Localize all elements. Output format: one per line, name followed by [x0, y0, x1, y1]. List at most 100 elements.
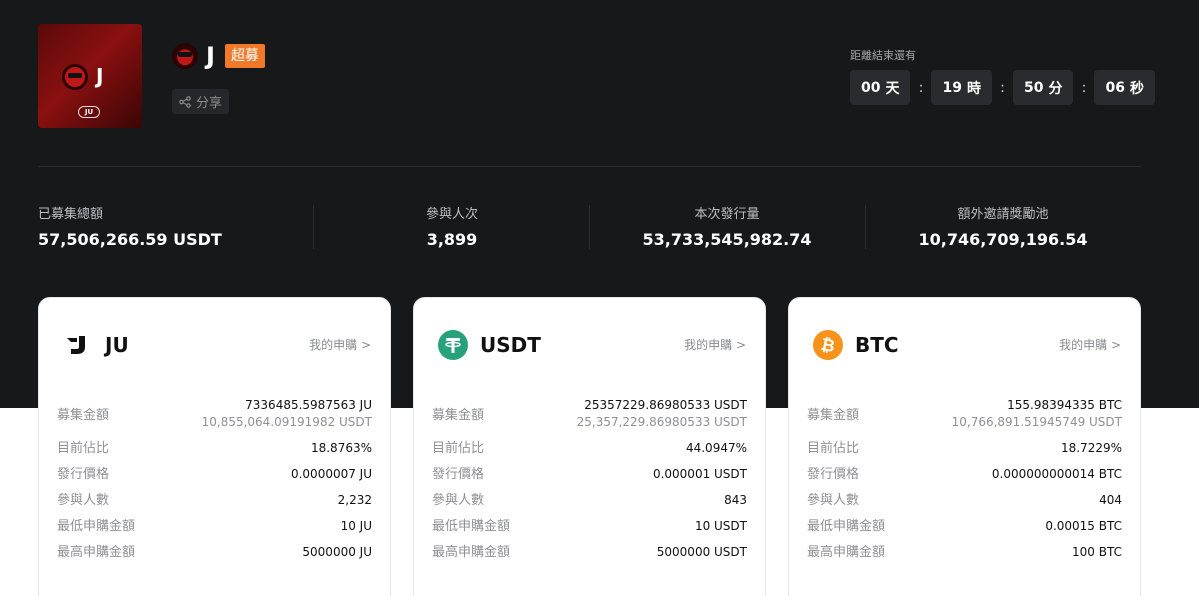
- min-value: 10 USDT: [694, 519, 747, 533]
- price-value: 0.000001 USDT: [652, 467, 747, 481]
- raised-amount: 7336485.5987563 JU: [245, 398, 372, 412]
- card-header: ₿ BTC: [813, 330, 899, 360]
- stat-label: 額外邀請獎勵池: [957, 207, 1049, 222]
- hours-unit: 時: [966, 80, 981, 97]
- seconds-unit: 秒: [1129, 80, 1144, 97]
- max-value: 100 BTC: [1072, 545, 1122, 559]
- minutes-unit: 分: [1048, 80, 1063, 97]
- price-value: 0.000000000014 BTC: [991, 467, 1122, 481]
- row-raised: 募集金額 25357229.86980533 USDT 25,357,229.8…: [432, 397, 747, 431]
- stat-value: 3,899: [426, 230, 478, 249]
- logo-tag: JU: [78, 106, 100, 118]
- price-label: 發行價格: [432, 467, 485, 482]
- participants-value: 2,232: [337, 493, 372, 507]
- usdt-icon: [438, 330, 468, 360]
- title-row: J 超募: [172, 42, 265, 70]
- row-max: 最高申購金額 5000000 JU: [57, 544, 372, 561]
- stat-divider: [313, 205, 314, 249]
- min-label: 最低申購金額: [807, 519, 886, 534]
- participants-label: 參與人數: [807, 493, 860, 508]
- stat-issuance: 本次發行量 53,733,545,982.74: [627, 203, 827, 249]
- raised-amount: 155.98394335 BTC: [1007, 398, 1122, 412]
- share-icon: [179, 95, 191, 108]
- header-divider: [38, 166, 1141, 167]
- row-price: 發行價格 0.000000000014 BTC: [807, 466, 1122, 483]
- min-value: 10 JU: [340, 519, 372, 533]
- price-label: 發行價格: [57, 467, 110, 482]
- coin-name: BTC: [855, 333, 899, 357]
- row-price: 發行價格 0.000001 USDT: [432, 466, 747, 483]
- countdown-separator: :: [918, 79, 924, 96]
- row-raised: 募集金額 7336485.5987563 JU 10,855,064.09191…: [57, 397, 372, 431]
- max-label: 最高申購金額: [807, 545, 886, 560]
- max-label: 最高申購金額: [432, 545, 511, 560]
- btc-icon: ₿: [813, 330, 843, 360]
- stat-value: 57,506,266.59 USDT: [38, 230, 222, 249]
- price-label: 發行價格: [807, 467, 860, 482]
- ninja-avatar-icon: [62, 64, 88, 90]
- row-min: 最低申購金額 0.00015 BTC: [807, 518, 1122, 535]
- countdown-hours: 19 時: [931, 70, 992, 105]
- card-header: JU: [63, 330, 129, 360]
- card-header: USDT: [438, 330, 541, 360]
- card-details: 募集金額 155.98394335 BTC 10,766,891.5194574…: [807, 397, 1122, 570]
- coin-name: USDT: [480, 333, 541, 357]
- days-unit: 天: [885, 80, 900, 97]
- stat-invite-pool: 額外邀請獎勵池 10,746,709,196.54: [903, 203, 1103, 249]
- my-subscription-link[interactable]: 我的申購 >: [1059, 336, 1121, 353]
- countdown-label: 距離結束還有: [850, 49, 916, 62]
- ratio-label: 目前佔比: [432, 441, 485, 456]
- raised-label: 募集金額: [432, 408, 485, 423]
- hours-value: 19: [942, 79, 962, 96]
- raised-usdt: 10,766,891.51945749 USDT: [951, 415, 1122, 429]
- countdown-separator: :: [1000, 79, 1005, 96]
- row-ratio: 目前佔比 44.0947%: [432, 440, 747, 457]
- card-details: 募集金額 7336485.5987563 JU 10,855,064.09191…: [57, 397, 372, 570]
- max-label: 最高申購金額: [57, 545, 136, 560]
- participants-label: 參與人數: [432, 493, 485, 508]
- row-price: 發行價格 0.0000007 JU: [57, 466, 372, 483]
- stat-value: 10,746,709,196.54: [918, 230, 1088, 249]
- my-subscription-link[interactable]: 我的申購 >: [309, 336, 371, 353]
- share-button[interactable]: 分享: [172, 89, 230, 114]
- summary-stats: 已募集總額 57,506,266.59 USDT 參與人次 3,899 本次發行…: [38, 203, 1141, 253]
- countdown-days: 00 天: [850, 70, 911, 105]
- stat-label: 已募集總額: [38, 207, 104, 222]
- project-header: J JU J 超募 分享 距離結束還有 00 天 : 19 時 : 50 分:…: [38, 24, 1155, 164]
- stat-divider: [865, 205, 866, 249]
- ninja-avatar-icon: [172, 43, 198, 69]
- project-logo: J JU: [38, 24, 142, 128]
- ratio-value: 18.8763%: [310, 441, 372, 455]
- subscription-card-ju: JU 我的申購 > 募集金額 7336485.5987563 JU 10,855…: [38, 297, 391, 596]
- row-participants: 參與人數 404: [807, 492, 1122, 509]
- raised-amount: 25357229.86980533 USDT: [584, 398, 747, 412]
- svg-text:₿: ₿: [819, 335, 837, 357]
- stat-label: 本次發行量: [694, 207, 760, 222]
- max-value: 5000000 JU: [302, 545, 372, 559]
- days-value: 00: [861, 79, 881, 96]
- countdown-timer: 00 天 : 19 時 : 50 分 : 06 秒: [850, 70, 1155, 105]
- min-label: 最低申購金額: [57, 519, 136, 534]
- participants-value: 404: [1099, 493, 1122, 507]
- participants-value: 843: [724, 493, 747, 507]
- ratio-label: 目前佔比: [57, 441, 110, 456]
- min-value: 0.00015 BTC: [1045, 519, 1122, 533]
- countdown-seconds: 06 秒: [1094, 70, 1155, 105]
- my-subscription-link[interactable]: 我的申購 >: [684, 336, 746, 353]
- raised-usdt: 10,855,064.09191982 USDT: [201, 415, 372, 429]
- status-badge: 超募: [224, 44, 265, 68]
- stat-participations: 參與人次 3,899: [352, 203, 552, 249]
- stat-label: 參與人次: [425, 207, 478, 222]
- stat-value: 53,733,545,982.74: [642, 230, 812, 249]
- participants-label: 參與人數: [57, 493, 110, 508]
- raised-usdt: 25,357,229.86980533 USDT: [576, 415, 747, 429]
- countdown-minutes: 50 分: [1012, 70, 1074, 105]
- share-label: 分享: [196, 96, 223, 111]
- logo-letter: J: [96, 64, 104, 88]
- row-ratio: 目前佔比 18.7229%: [807, 440, 1122, 457]
- raised-label: 募集金額: [57, 408, 110, 423]
- subscription-card-usdt: USDT 我的申購 > 募集金額 25357229.86980533 USDT …: [413, 297, 766, 596]
- raised-label: 募集金額: [807, 408, 860, 423]
- ratio-value: 18.7229%: [1060, 441, 1122, 455]
- row-min: 最低申購金額 10 JU: [57, 518, 372, 535]
